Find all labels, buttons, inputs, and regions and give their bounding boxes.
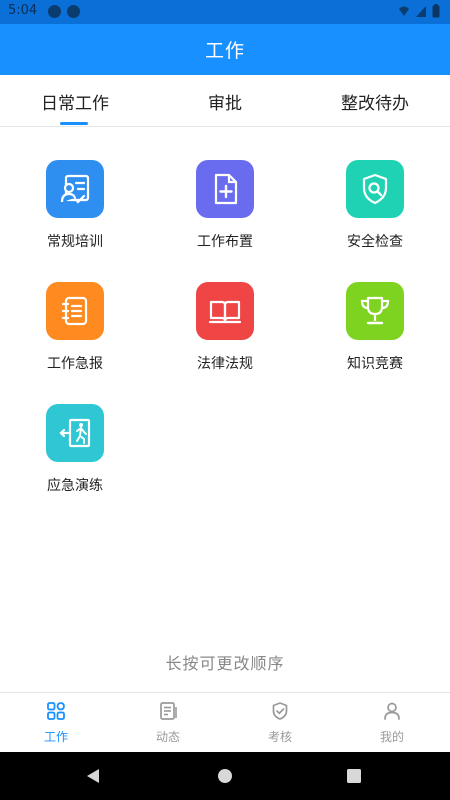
grid-item-laws[interactable]: 法律法规 (150, 249, 300, 372)
reorder-hint: 长按可更改顺序 (165, 654, 285, 673)
battery-icon (432, 4, 440, 18)
news-icon (160, 702, 177, 720)
system-navigation-bar (0, 752, 450, 800)
status-time: 5:04 (8, 3, 38, 18)
quiz-tile (346, 282, 404, 340)
grid-label: 知识竞赛 (347, 356, 403, 372)
shield-check-icon (272, 702, 288, 720)
status-bar: 5:04 (0, 0, 450, 24)
training-icon (60, 174, 90, 204)
notebook-icon (61, 296, 88, 326)
sync-icon (67, 5, 80, 18)
tab-bar: 日常工作 审批 整改待办 (0, 75, 450, 127)
grid-icon (47, 702, 65, 720)
emergency-drill-tile (46, 404, 104, 462)
nav-item-profile[interactable]: 我的 (336, 693, 448, 753)
laws-tile (196, 282, 254, 340)
nav-label-work: 工作 (43, 730, 68, 744)
grid-label: 工作急报 (47, 356, 103, 372)
app-header: 工作 (0, 24, 450, 75)
nav-label-assessment: 考核 (267, 730, 292, 744)
grid-item-safety-check[interactable]: 安全检查 (300, 127, 450, 250)
nav-item-news[interactable]: 动态 (112, 693, 224, 753)
grid-item-quiz[interactable]: 知识竞赛 (300, 249, 450, 372)
emergency-exit-icon (59, 418, 91, 448)
user-icon (384, 702, 400, 720)
nav-item-assessment[interactable]: 考核 (224, 693, 336, 753)
grid-label: 法律法规 (197, 356, 253, 372)
nav-item-work[interactable]: 工作 (0, 693, 112, 753)
bottom-navigation: 工作 动态 考核 我的 (0, 692, 450, 752)
grid-item-training[interactable]: 常规培训 (0, 127, 150, 250)
grid-label: 安全检查 (347, 234, 403, 250)
home-icon[interactable] (215, 766, 235, 786)
shield-search-icon (362, 173, 388, 205)
signal-icon (416, 6, 426, 17)
grid-item-urgent-report[interactable]: 工作急报 (0, 249, 150, 372)
grid-item-work-assignment[interactable]: 工作布置 (150, 127, 300, 250)
tab-active-indicator (60, 122, 88, 125)
page-title: 工作 (204, 40, 245, 62)
book-icon (208, 300, 242, 324)
safety-check-tile (346, 160, 404, 218)
grid-label: 工作布置 (197, 234, 253, 250)
trophy-icon (360, 296, 390, 325)
tab-approval[interactable]: 审批 (150, 75, 300, 127)
status-indicators (398, 4, 440, 18)
nav-label-news: 动态 (155, 730, 180, 744)
training-tile (46, 160, 104, 218)
work-assignment-tile (196, 160, 254, 218)
urgent-report-tile (46, 282, 104, 340)
grid-label: 常规培训 (47, 234, 103, 250)
back-icon[interactable] (84, 766, 104, 786)
grid-label: 应急演练 (47, 478, 103, 494)
tab-rectification-todo[interactable]: 整改待办 (300, 75, 450, 127)
notification-icon (48, 5, 61, 18)
recents-icon[interactable] (344, 766, 364, 786)
document-add-icon (214, 173, 238, 205)
grid-item-emergency-drill[interactable]: 应急演练 (0, 371, 150, 494)
tab-daily-work[interactable]: 日常工作 (0, 75, 150, 127)
nav-label-profile: 我的 (379, 730, 404, 744)
wifi-icon (399, 6, 409, 16)
notification-icons (48, 5, 80, 18)
